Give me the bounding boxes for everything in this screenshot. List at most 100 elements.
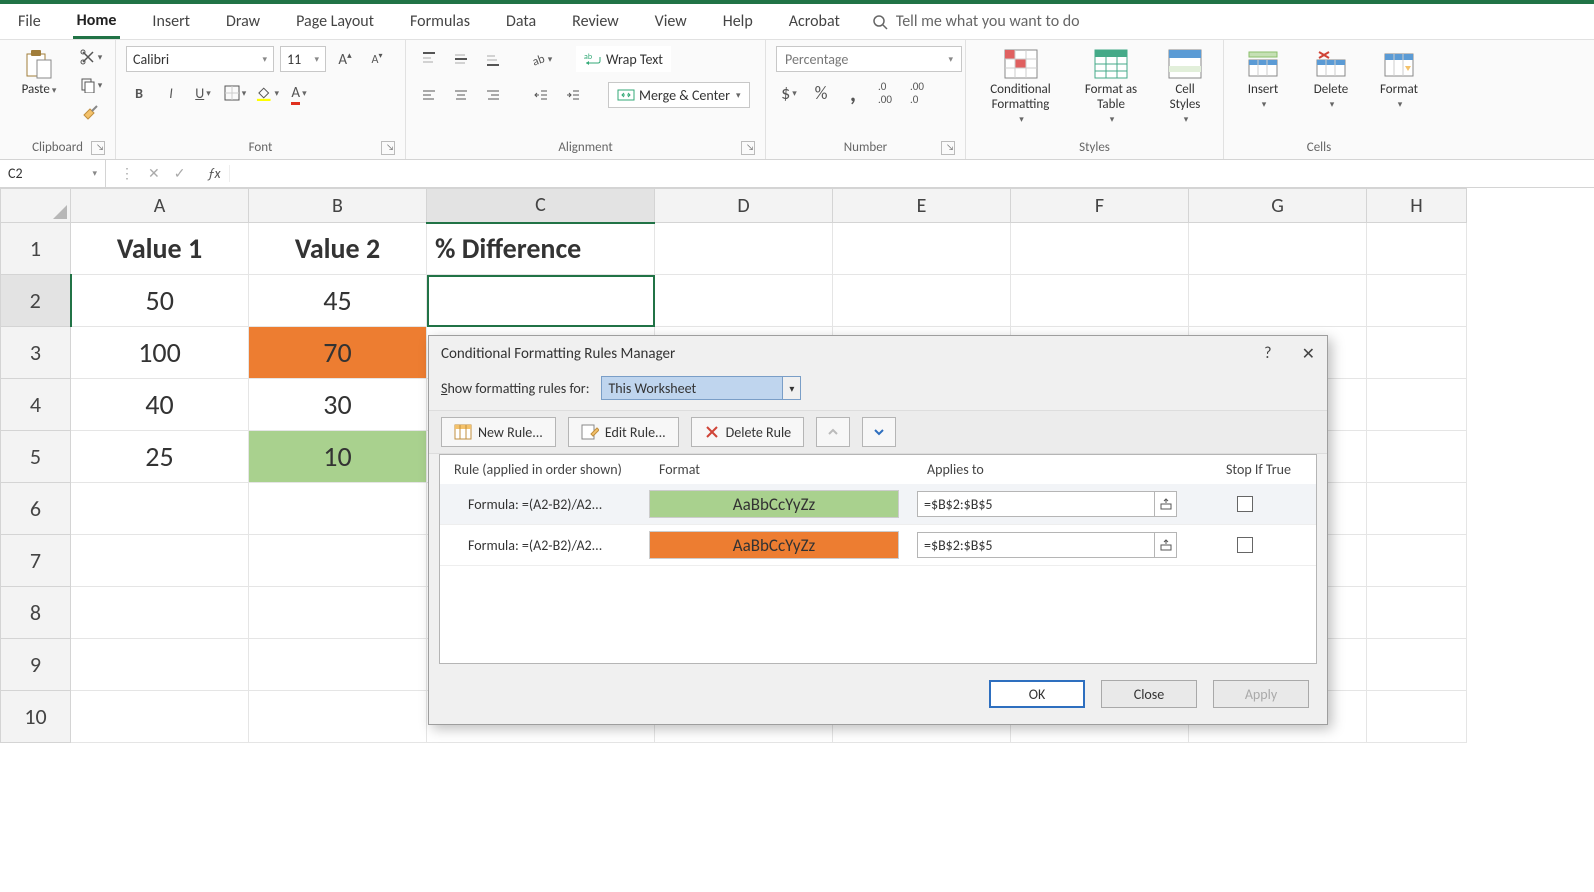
tell-me-search[interactable]: Tell me what you want to do — [872, 12, 1080, 31]
cell-C2[interactable] — [427, 275, 655, 327]
font-color-button[interactable]: A — [286, 82, 312, 104]
rule-applies-input[interactable]: =$B$2:$B$5 — [917, 532, 1177, 558]
row-8[interactable]: 8 — [1, 587, 71, 639]
rule-row-1[interactable]: Formula: =(A2-B2)/A2... AaBbCcYyZz =$B$2… — [440, 484, 1316, 525]
cell-H4[interactable] — [1367, 379, 1467, 431]
align-left-button[interactable] — [416, 84, 442, 106]
increase-decimal-button[interactable]: .0.00 — [872, 82, 898, 104]
accounting-format-button[interactable]: $ — [776, 82, 802, 104]
format-cells-button[interactable]: Format — [1370, 46, 1428, 112]
number-launcher[interactable]: ↘ — [941, 141, 955, 155]
cell-B10[interactable] — [249, 691, 427, 743]
cell-B3[interactable]: 70 — [249, 327, 427, 379]
merge-center-button[interactable]: Merge & Center — [608, 82, 750, 108]
move-rule-up-button[interactable] — [816, 417, 850, 447]
cell-A10[interactable] — [71, 691, 249, 743]
decrease-decimal-button[interactable]: .00.0 — [904, 82, 930, 104]
row-5[interactable]: 5 — [1, 431, 71, 483]
apply-button[interactable]: Apply — [1213, 680, 1309, 708]
close-button[interactable]: Close — [1101, 680, 1197, 708]
cell-H7[interactable] — [1367, 535, 1467, 587]
shrink-font-button[interactable]: A▾ — [364, 48, 390, 70]
cancel-formula-button[interactable]: ✕ — [148, 165, 160, 182]
cell-A4[interactable]: 40 — [71, 379, 249, 431]
comma-format-button[interactable]: , — [840, 82, 866, 104]
align-bottom-button[interactable] — [480, 48, 506, 70]
borders-button[interactable] — [222, 82, 248, 104]
insert-cells-button[interactable]: Insert — [1234, 46, 1292, 112]
font-family-select[interactable]: Calibri▾ — [126, 46, 274, 72]
cell-D2[interactable] — [655, 275, 833, 327]
enter-formula-button[interactable]: ✓ — [174, 165, 186, 182]
cell-H5[interactable] — [1367, 431, 1467, 483]
tab-home[interactable]: Home — [73, 5, 121, 39]
cell-A2[interactable]: 50 — [71, 275, 249, 327]
col-H[interactable]: H — [1367, 189, 1467, 223]
cell-H2[interactable] — [1367, 275, 1467, 327]
fill-color-button[interactable] — [254, 82, 280, 104]
tab-draw[interactable]: Draw — [222, 6, 264, 37]
cell-H9[interactable] — [1367, 639, 1467, 691]
col-C[interactable]: C — [427, 189, 655, 223]
align-top-button[interactable] — [416, 48, 442, 70]
tab-acrobat[interactable]: Acrobat — [785, 6, 844, 37]
tab-file[interactable]: File — [14, 6, 45, 37]
paste-button[interactable]: Paste — [10, 46, 68, 99]
align-middle-button[interactable] — [448, 48, 474, 70]
edit-rule-button[interactable]: Edit Rule... — [568, 417, 679, 447]
row-10[interactable]: 10 — [1, 691, 71, 743]
tab-view[interactable]: View — [651, 6, 691, 37]
col-G[interactable]: G — [1189, 189, 1367, 223]
tab-review[interactable]: Review — [568, 6, 623, 37]
col-D[interactable]: D — [655, 189, 833, 223]
tab-formulas[interactable]: Formulas — [406, 6, 474, 37]
select-all-corner[interactable] — [1, 189, 71, 223]
dialog-titlebar[interactable]: Conditional Formatting Rules Manager ? ✕ — [429, 336, 1327, 372]
cell-A5[interactable]: 25 — [71, 431, 249, 483]
cell-D1[interactable] — [655, 223, 833, 275]
move-rule-down-button[interactable] — [862, 417, 896, 447]
delete-cells-button[interactable]: Delete — [1302, 46, 1360, 112]
row-3[interactable]: 3 — [1, 327, 71, 379]
cell-styles-button[interactable]: Cell Styles — [1157, 46, 1213, 127]
cell-C1[interactable]: % Difference — [427, 223, 655, 275]
show-rules-for-select[interactable]: This Worksheet ▾ — [601, 376, 801, 400]
conditional-formatting-button[interactable]: Conditional Formatting — [976, 46, 1065, 127]
cell-A9[interactable] — [71, 639, 249, 691]
percent-format-button[interactable]: % — [808, 82, 834, 104]
ok-button[interactable]: OK — [989, 680, 1085, 708]
cut-button[interactable] — [78, 46, 104, 68]
cell-F1[interactable] — [1011, 223, 1189, 275]
cell-H6[interactable] — [1367, 483, 1467, 535]
cell-G1[interactable] — [1189, 223, 1367, 275]
grow-font-button[interactable]: A▴ — [332, 48, 358, 70]
decrease-indent-button[interactable] — [528, 84, 554, 106]
align-right-button[interactable] — [480, 84, 506, 106]
wrap-text-button[interactable]: ab Wrap Text — [576, 46, 671, 72]
cell-H1[interactable] — [1367, 223, 1467, 275]
cell-H3[interactable] — [1367, 327, 1467, 379]
col-F[interactable]: F — [1011, 189, 1189, 223]
stop-if-true-checkbox[interactable] — [1237, 496, 1253, 512]
align-center-button[interactable] — [448, 84, 474, 106]
cell-B1[interactable]: Value 2 — [249, 223, 427, 275]
dialog-close-button[interactable]: ✕ — [1302, 344, 1315, 364]
font-launcher[interactable]: ↘ — [381, 141, 395, 155]
format-painter-button[interactable] — [78, 102, 104, 124]
tab-insert[interactable]: Insert — [148, 6, 194, 37]
cell-A1[interactable]: Value 1 — [71, 223, 249, 275]
cell-A6[interactable] — [71, 483, 249, 535]
cell-B9[interactable] — [249, 639, 427, 691]
alignment-launcher[interactable]: ↘ — [741, 141, 755, 155]
cell-B6[interactable] — [249, 483, 427, 535]
col-E[interactable]: E — [833, 189, 1011, 223]
cell-F2[interactable] — [1011, 275, 1189, 327]
clipboard-launcher[interactable]: ↘ — [91, 141, 105, 155]
underline-button[interactable]: U — [190, 82, 216, 104]
cell-H8[interactable] — [1367, 587, 1467, 639]
row-6[interactable]: 6 — [1, 483, 71, 535]
orientation-button[interactable]: ab — [528, 48, 554, 70]
rule-row-2[interactable]: Formula: =(A2-B2)/A2... AaBbCcYyZz =$B$2… — [440, 525, 1316, 566]
col-B[interactable]: B — [249, 189, 427, 223]
new-rule-button[interactable]: New Rule... — [441, 417, 556, 447]
